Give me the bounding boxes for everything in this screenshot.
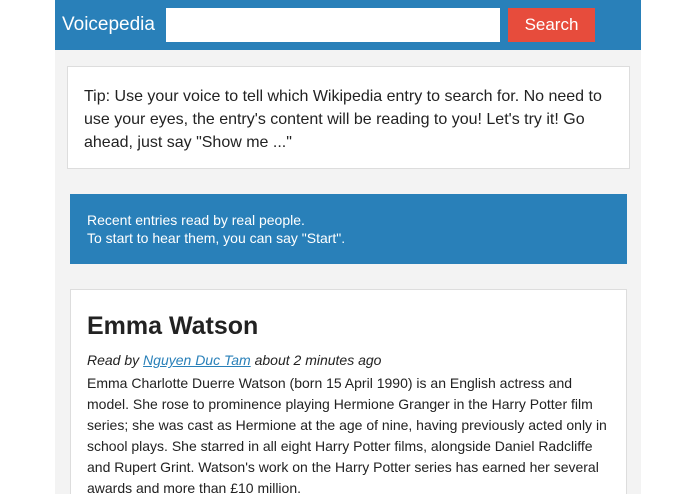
brand-logo[interactable]: Voicepedia — [62, 13, 155, 37]
entry-title: Emma Watson — [87, 312, 259, 340]
read-by-label: Read by — [87, 352, 140, 368]
navbar: Voicepedia Search — [55, 0, 641, 50]
recent-entries-instruction: To start to hear them, you can say "Star… — [87, 230, 346, 246]
recent-entries-heading: Recent entries read by real people. — [87, 212, 305, 228]
search-button[interactable]: Search — [508, 8, 595, 42]
recent-entries-banner: Recent entries read by real people. To s… — [70, 194, 627, 264]
entry-meta: Read by Nguyen Duc Tam about 2 minutes a… — [87, 351, 610, 369]
entry-time: about 2 minutes ago — [254, 352, 382, 368]
entry-card: Emma Watson Read by Nguyen Duc Tam about… — [70, 289, 627, 494]
tip-box: Tip: Use your voice to tell which Wikipe… — [67, 66, 630, 169]
tip-text: Tip: Use your voice to tell which Wikipe… — [84, 88, 602, 151]
search-input[interactable] — [166, 8, 500, 42]
reader-link[interactable]: Nguyen Duc Tam — [143, 352, 251, 368]
entry-content: Emma Charlotte Duerre Watson (born 15 Ap… — [87, 375, 607, 494]
app-container: Voicepedia Search Tip: Use your voice to… — [55, 0, 641, 494]
